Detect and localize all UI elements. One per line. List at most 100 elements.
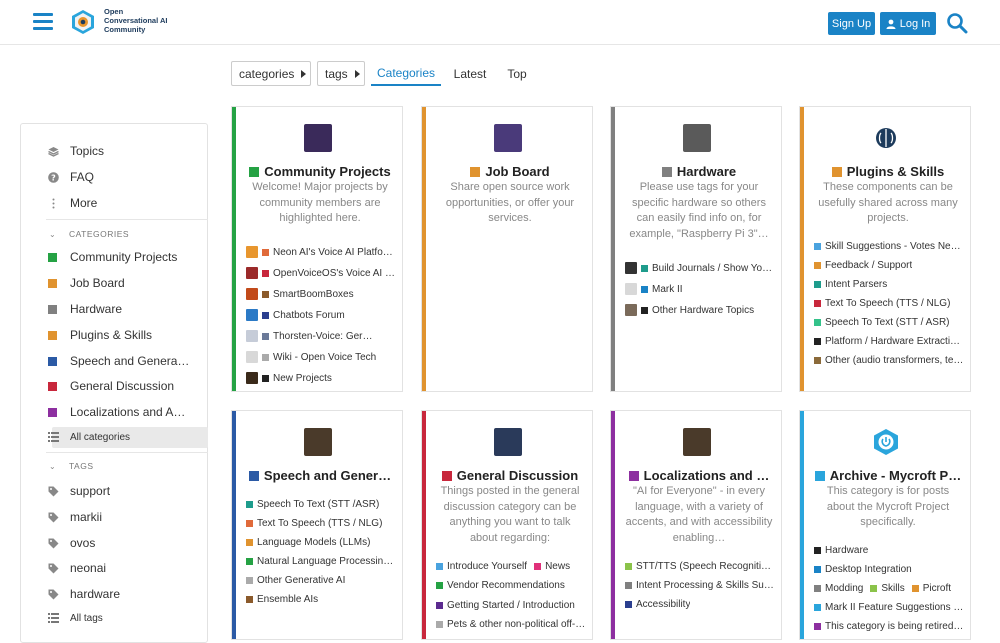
log-in-label: Log In [899, 17, 931, 30]
site-logo[interactable] [71, 9, 95, 35]
sidebar-item-category[interactable]: Speech and Genera… [21, 350, 207, 372]
subcategory-link[interactable]: New Projects [246, 371, 396, 385]
sidebar-item-category[interactable]: Hardware [21, 298, 207, 320]
category-card[interactable]: Community Projects Welcome! Major project… [231, 106, 403, 392]
sidebar-item-tag[interactable]: neonai [21, 557, 207, 579]
sidebar-item-tag[interactable]: markii [21, 506, 207, 528]
subcategory-link[interactable]: Platform / Hardware Extractio… [814, 334, 964, 348]
sidebar-item-tag[interactable]: hardware [21, 583, 207, 605]
subcategory-color-square [814, 546, 821, 554]
subcategory-link[interactable]: Text To Speech (TTS / NLG) [814, 296, 964, 310]
subcategory-link[interactable]: Mark II [625, 282, 775, 296]
sidebar-item-all-categories[interactable]: All categories [21, 426, 207, 448]
subcategory-color-square [625, 600, 632, 608]
subcategory-link[interactable]: STT/TTS (Speech Recognitio… [625, 559, 775, 573]
search-icon[interactable] [946, 12, 968, 34]
category-title[interactable]: Community Projects [246, 164, 394, 179]
subcategory-name: Skill Suggestions - Votes Nee… [825, 240, 964, 252]
category-card[interactable]: Plugins & Skills These components can be … [799, 106, 971, 392]
subcategory-color-square [246, 595, 253, 603]
category-color-bar [422, 411, 426, 639]
subcategory-link[interactable]: Natural Language Processing… [246, 554, 396, 568]
sidebar-item-category[interactable]: Community Projects [21, 246, 207, 268]
category-title[interactable]: Archive - Mycroft P… [814, 468, 962, 483]
sidebar-item-tag[interactable]: support [21, 480, 207, 502]
subcategory-link[interactable]: Ensemble AIs [246, 592, 396, 606]
category-title-text: Community Projects [264, 164, 391, 179]
subcategory-link[interactable]: Build Journals / Show You… [625, 261, 775, 275]
category-card[interactable]: Hardware Please use tags for your specifi… [610, 106, 782, 392]
subcategory-link[interactable]: Modding Skills Picroft [814, 581, 964, 595]
subcategory-link[interactable]: SmartBoomBoxes [246, 287, 396, 301]
sidebar-item-category[interactable]: General Discussion [21, 375, 207, 397]
subcategory-name: Speech To Text (STT / ASR) [825, 316, 950, 328]
subcategory-link[interactable]: Feedback / Support [814, 258, 964, 272]
category-title-text: Localizations and … [643, 468, 770, 483]
subcategory-link[interactable]: Getting Started / Introduction [436, 598, 586, 612]
categories-dropdown[interactable]: categories [231, 61, 311, 86]
subcategory-link[interactable]: Intent Processing & Skills Sup… [625, 578, 775, 592]
subcategory-link[interactable]: Introduce Yourself News [436, 559, 586, 573]
subcategory-link[interactable]: Other Generative AI [246, 573, 396, 587]
subcategory-link[interactable]: Hardware [814, 543, 964, 557]
category-title[interactable]: Job Board [436, 164, 584, 179]
subcategory-color-square [814, 299, 821, 307]
log-in-button[interactable]: Log In [880, 12, 936, 35]
question-circle-icon: ? [47, 171, 59, 183]
brain-icon [876, 128, 896, 148]
category-color-bar [611, 107, 615, 391]
sidebar-item-all-tags[interactable]: All tags [21, 607, 207, 629]
subcategory-link[interactable]: Speech To Text (STT /ASR) [246, 497, 396, 511]
hamburger-menu-icon[interactable] [33, 13, 53, 31]
category-title[interactable]: Plugins & Skills [814, 164, 962, 179]
sidebar-item-topics[interactable]: Topics [21, 140, 207, 162]
subcategory-link[interactable]: Mark II Feature Suggestions - … [814, 600, 964, 614]
category-card[interactable]: Archive - Mycroft P… This category is for… [799, 410, 971, 640]
tab-latest[interactable]: Latest [449, 61, 491, 86]
subcategory-link[interactable]: Accessibility [625, 597, 775, 611]
subcategory-link[interactable]: Other Hardware Topics [625, 303, 775, 317]
subcategory-name[interactable]: News [545, 561, 570, 572]
subcategory-link[interactable]: Text To Speech (TTS / NLG) [246, 516, 396, 530]
subcategory-link[interactable]: Language Models (LLMs) [246, 535, 396, 549]
subcategory-link[interactable]: Wiki - Open Voice Tech [246, 350, 396, 364]
category-card[interactable]: General Discussion Things posted in the g… [421, 410, 593, 640]
subcategory-name: Accessibility [636, 598, 691, 610]
subcategory-link[interactable]: Skill Suggestions - Votes Nee… [814, 239, 964, 253]
subcategory-link[interactable]: Other (audio transformers, te… [814, 353, 964, 367]
subcategory-color-square [870, 584, 878, 592]
category-title[interactable]: Speech and Gener… [246, 468, 394, 483]
sidebar-item-tag[interactable]: ovos [21, 532, 207, 554]
sidebar-item-category[interactable]: Job Board [21, 272, 207, 294]
subcategory-link[interactable]: Thorsten-Voice: Ger… [246, 329, 396, 343]
subcategory-link[interactable]: Vendor Recommendations [436, 579, 586, 593]
category-logo-image [683, 124, 711, 152]
subcategory-link[interactable]: Intent Parsers [814, 277, 964, 291]
subcategory-link[interactable]: Desktop Integration [814, 562, 964, 576]
category-card[interactable]: Job Board Share open source work opportun… [421, 106, 593, 392]
category-card[interactable]: Speech and Gener… Speech To Text (STT /AS… [231, 410, 403, 640]
tags-dropdown[interactable]: tags [317, 61, 365, 86]
subcategory-link[interactable]: This category is being retired… [814, 619, 964, 633]
subcategory-link[interactable]: Speech To Text (STT / ASR) [814, 315, 964, 329]
tab-categories[interactable]: Categories [371, 61, 441, 86]
sidebar-item-faq[interactable]: ? FAQ [21, 166, 207, 188]
category-logo-image [304, 428, 332, 456]
category-title[interactable]: General Discussion [436, 468, 584, 483]
subcategory-name[interactable]: Skills [881, 583, 904, 594]
subcategory-link[interactable]: Neon AI's Voice AI Platfor… [246, 245, 396, 259]
subcategory-name: SmartBoomBoxes [273, 288, 354, 300]
sign-up-button[interactable]: Sign Up [828, 12, 875, 35]
category-logo-image [304, 124, 332, 152]
subcategory-name[interactable]: Picroft [923, 583, 951, 594]
subcategory-link[interactable]: Chatbots Forum [246, 308, 396, 322]
category-title[interactable]: Hardware [625, 164, 773, 179]
category-card[interactable]: Localizations and … "AI for Everyone" - i… [610, 410, 782, 640]
sidebar-item-category[interactable]: Localizations and A… [21, 401, 207, 423]
sidebar-item-label: Localizations and A… [70, 405, 186, 419]
tab-top[interactable]: Top [503, 61, 531, 86]
subcategory-link[interactable]: OpenVoiceOS's Voice AI … [246, 266, 396, 280]
sidebar-item-category[interactable]: Plugins & Skills [21, 324, 207, 346]
sidebar-item-more[interactable]: More [21, 192, 207, 214]
category-title[interactable]: Localizations and … [625, 468, 773, 483]
